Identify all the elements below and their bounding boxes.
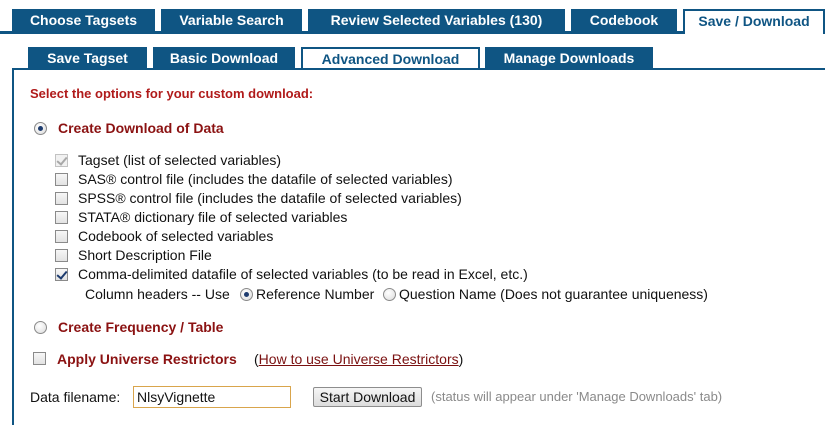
spss-checkbox[interactable]: [55, 192, 68, 205]
top-tab-bar: Choose Tagsets Variable Search Review Se…: [0, 0, 825, 34]
sas-option-label: SAS® control file (includes the datafile…: [78, 171, 453, 187]
column-headers-reference-radio[interactable]: [240, 288, 253, 301]
column-headers-reference-label: Reference Number: [256, 286, 375, 302]
column-headers-question-radio[interactable]: [383, 288, 396, 301]
sas-checkbox[interactable]: [55, 173, 68, 186]
create-download-label: Create Download of Data: [58, 120, 224, 136]
codebook-option-label: Codebook of selected variables: [78, 228, 274, 244]
universe-help-wrapper: (How to use Universe Restrictors): [254, 351, 463, 367]
tab-save-download[interactable]: Save / Download: [683, 9, 825, 34]
tagset-option-label: Tagset (list of selected variables): [78, 152, 282, 168]
tab-variable-search[interactable]: Variable Search: [161, 9, 302, 31]
short-description-checkbox[interactable]: [55, 249, 68, 262]
short-description-option-label: Short Description File: [78, 247, 212, 263]
stata-checkbox[interactable]: [55, 211, 68, 224]
subtab-manage-downloads[interactable]: Manage Downloads: [485, 47, 653, 68]
universe-restrictors-label: Apply Universe Restrictors: [57, 351, 237, 367]
panel-heading: Select the options for your custom downl…: [30, 86, 314, 101]
subtab-save-tagset[interactable]: Save Tagset: [28, 47, 147, 68]
universe-help-close-paren: ): [458, 351, 464, 367]
column-headers-question-label: Question Name (Does not guarantee unique…: [399, 286, 708, 302]
create-download-radio[interactable]: [34, 122, 47, 135]
data-filename-input[interactable]: [133, 386, 291, 408]
subtab-advanced-download[interactable]: Advanced Download: [301, 47, 480, 69]
universe-restrictors-checkbox[interactable]: [33, 352, 46, 365]
tab-choose-tagsets[interactable]: Choose Tagsets: [12, 9, 155, 31]
tab-codebook[interactable]: Codebook: [571, 9, 677, 31]
tagset-checkbox[interactable]: [55, 154, 68, 167]
stata-option-label: STATA® dictionary file of selected varia…: [78, 209, 348, 225]
spss-option-label: SPSS® control file (includes the datafil…: [78, 190, 462, 206]
column-headers-label: Column headers -- Use: [85, 286, 230, 302]
codebook-checkbox[interactable]: [55, 230, 68, 243]
download-status-note: (status will appear under 'Manage Downlo…: [431, 389, 723, 404]
tab-review-selected-variables[interactable]: Review Selected Variables (130): [308, 9, 565, 31]
csv-checkbox[interactable]: [55, 268, 68, 281]
create-frequency-radio[interactable]: [34, 321, 47, 334]
start-download-button[interactable]: Start Download: [313, 387, 422, 407]
data-filename-label: Data filename:: [30, 389, 121, 405]
csv-option-label: Comma-delimited datafile of selected var…: [78, 266, 528, 282]
subtab-basic-download[interactable]: Basic Download: [153, 47, 295, 68]
create-frequency-label: Create Frequency / Table: [58, 319, 224, 335]
universe-help-link[interactable]: How to use Universe Restrictors: [259, 351, 459, 367]
